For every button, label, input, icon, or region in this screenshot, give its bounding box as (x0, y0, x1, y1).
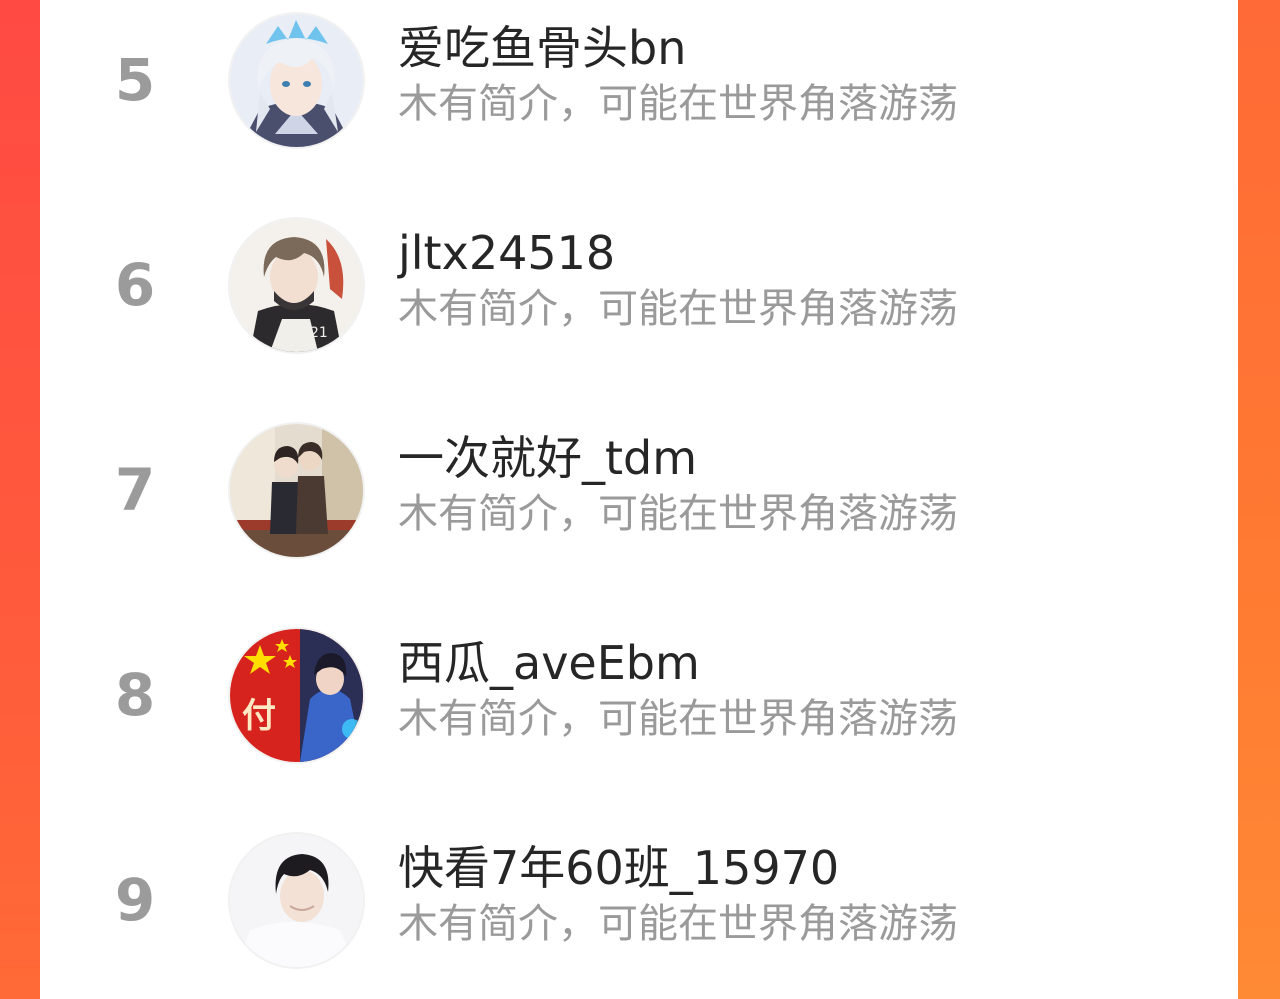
user-bio: 木有简介，可能在世界角落游荡 (398, 901, 958, 947)
avatar-text: 付 (242, 696, 276, 736)
anime-brown-hair-avatar-icon: 21 (230, 219, 363, 352)
user-name[interactable]: 一次就好_tdm (398, 430, 697, 486)
user-avatar[interactable] (230, 424, 363, 557)
user-avatar[interactable] (230, 834, 363, 967)
page-background-right (1238, 0, 1280, 999)
svg-text:21: 21 (310, 325, 328, 341)
user-avatar[interactable] (230, 14, 363, 147)
user-bio: 木有简介，可能在世界角落游荡 (398, 696, 958, 742)
user-name[interactable]: 快看7年60班_15970 (398, 840, 839, 896)
user-bio: 木有简介，可能在世界角落游荡 (398, 81, 958, 127)
ranking-row[interactable]: 7 一次就好_tdm 木有简介，可能在世界角落游荡 (40, 410, 1238, 570)
anime-silver-hair-avatar-icon (230, 14, 363, 147)
ranking-row[interactable]: 6 21 jltx24518 木有简介，可能在世界角落游荡 (40, 205, 1238, 365)
ranking-row[interactable]: 9 快看7年60班_15970 木有简介，可能在世界角落游荡 (40, 820, 1238, 980)
rank-number: 5 (114, 46, 156, 114)
ranking-row[interactable]: 8 付 西瓜_aveEbm 木有简介，可能在世界角落游荡 (40, 615, 1238, 775)
user-avatar[interactable]: 21 (230, 219, 363, 352)
page-background-left (0, 0, 40, 999)
boy-portrait-avatar-icon (230, 834, 363, 967)
user-bio: 木有简介，可能在世界角落游荡 (398, 286, 958, 332)
anime-couple-avatar-icon (230, 424, 363, 557)
rank-number: 6 (114, 251, 156, 319)
user-name[interactable]: 西瓜_aveEbm (398, 635, 700, 691)
rank-number: 7 (114, 456, 156, 524)
ranking-list-card: 5 爱吃鱼骨头bn 木有简介，可能在世界角落游荡 6 21 jltx24518 … (40, 0, 1238, 999)
rank-number: 9 (114, 866, 156, 934)
rank-number: 8 (114, 661, 156, 729)
user-bio: 木有简介，可能在世界角落游荡 (398, 491, 958, 537)
user-name[interactable]: jltx24518 (398, 225, 615, 281)
user-name[interactable]: 爱吃鱼骨头bn (398, 20, 686, 76)
red-flag-character-avatar-icon: 付 (230, 629, 363, 762)
ranking-row[interactable]: 5 爱吃鱼骨头bn 木有简介，可能在世界角落游荡 (40, 0, 1238, 160)
user-avatar[interactable]: 付 (230, 629, 363, 762)
